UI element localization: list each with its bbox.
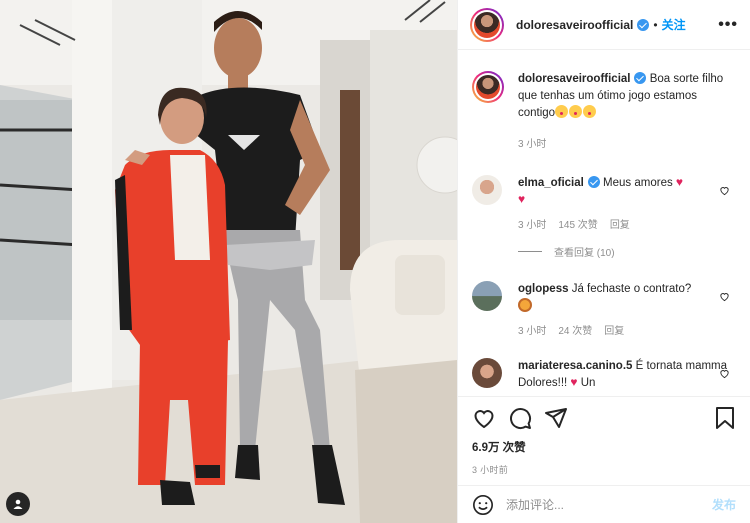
post-header: doloresaveiroofficial • 关注 ••• [458,0,750,50]
red-heart-emoji-icon: ♥ [675,175,684,189]
follow-button[interactable]: 关注 [662,16,686,33]
red-heart-emoji-icon: ♥ [570,375,578,389]
comment-text: Já fechaste o contrato? [571,283,692,295]
heart-icon[interactable] [719,185,730,196]
caption-time: 3 小时 [518,139,547,150]
comment-icon[interactable] [508,406,532,430]
caption: doloresaveiroofficial Boa sorte filho qu… [472,71,736,153]
post-time: 3 小时前 [472,465,509,475]
user-tag-icon[interactable] [6,492,30,516]
red-heart-emoji-icon: ♥ [518,192,526,206]
comment-time: 3 小时 [518,326,547,337]
comment-likes[interactable]: 24 次赞 [558,323,592,340]
post-side-panel: doloresaveiroofficial • 关注 ••• doloresav… [457,0,750,523]
post-photo[interactable] [0,0,457,523]
post-photo-illustration [0,0,457,523]
add-comment-bar: 发布 [458,485,750,523]
reply-button[interactable]: 回复 [604,323,624,340]
kiss-emoji-icon [555,105,569,118]
heart-icon[interactable] [719,291,730,302]
view-replies-button[interactable]: 查看回复 (10) [518,244,736,259]
replies-divider [518,251,542,252]
post-actions: 6.9万 次赞 3 小时前 [458,396,750,486]
comment-text: Meus amores [603,177,673,189]
reply-button[interactable]: 回复 [610,217,630,234]
commenter-avatar[interactable] [472,358,502,388]
comment-text-tail: Un [580,377,596,389]
separator-dot: • [653,17,658,32]
kiss-emoji-icon [583,105,597,118]
heart-icon[interactable] [472,406,496,430]
comment-time: 3 小时 [518,220,547,231]
post-comment-button[interactable]: 发布 [712,496,736,513]
comment-username[interactable]: mariateresa.canino.5 [518,360,632,372]
author-username[interactable]: doloresaveiroofficial [516,18,633,32]
caption-username[interactable]: doloresaveiroofficial [518,73,630,85]
comments-list[interactable]: doloresaveiroofficial Boa sorte filho qu… [458,51,750,396]
lion-emoji-icon [518,298,532,312]
view-replies-label: 查看回复 (10) [554,248,615,259]
comment-username[interactable]: elma_oficial [518,177,584,189]
comment-item: mariateresa.canino.5 É tornata mamma Dol… [472,358,736,392]
commenter-avatar[interactable] [472,281,502,311]
more-options-icon[interactable]: ••• [718,16,738,34]
verified-badge-icon [587,176,600,188]
verified-badge-icon [637,18,650,31]
paper-plane-icon[interactable] [544,406,568,430]
comment-item: elma_oficial Meus amores ♥ ♥ 3 小时 145 次赞… [472,175,736,234]
comment-username[interactable]: oglopess [518,283,568,295]
comment-input[interactable] [506,497,712,512]
person-glyph [13,499,23,509]
smiley-icon[interactable] [472,494,494,516]
author-avatar[interactable] [470,7,504,42]
heart-icon[interactable] [719,368,730,379]
comment-item: oglopess Já fechaste o contrato? 3 小时 24… [472,281,736,340]
likes-count[interactable]: 6.9万 次赞 [472,439,736,455]
action-icons [472,405,736,431]
caption-author-avatar[interactable] [472,71,504,103]
comment-likes[interactable]: 145 次赞 [558,217,597,234]
commenter-avatar[interactable] [472,175,502,205]
bookmark-icon[interactable] [714,406,736,430]
kiss-emoji-icon [569,105,583,118]
verified-badge-icon [634,72,647,84]
